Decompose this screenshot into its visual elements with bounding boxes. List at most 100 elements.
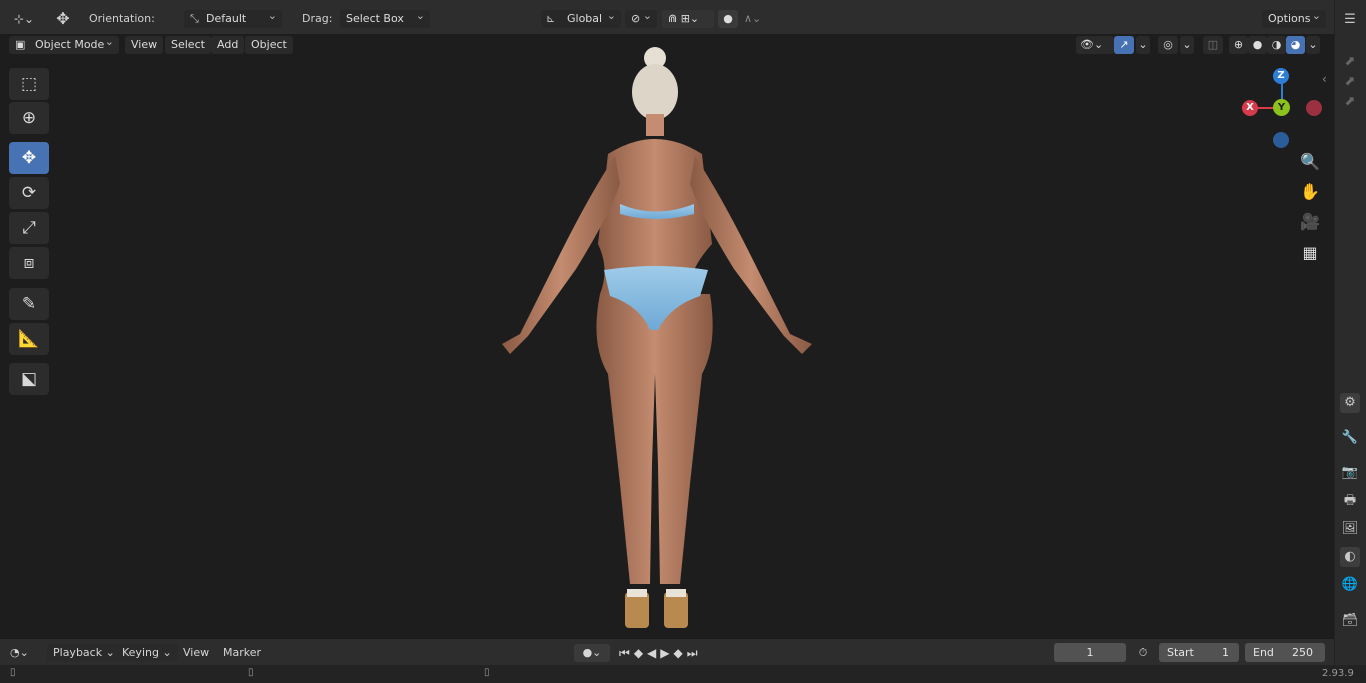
menu-add[interactable]: Add — [211, 36, 245, 54]
mouse-right-icon: ▯ — [484, 667, 490, 678]
options-dropdown[interactable]: Options — [1262, 7, 1326, 28]
menu-select[interactable]: Select — [165, 36, 211, 54]
hand-pan-icon[interactable]: ✋ — [1297, 180, 1323, 204]
render-properties-icon[interactable]: 📷 — [1340, 463, 1360, 483]
overlay-toggle[interactable]: ◎ — [1158, 36, 1178, 54]
record-icon: ●⌄ — [582, 646, 602, 659]
current-frame-field[interactable]: 1 — [1054, 643, 1126, 662]
shading-dropdown[interactable]: ⌄ — [1306, 36, 1320, 54]
zoom-icon[interactable]: 🔍 — [1297, 150, 1323, 174]
editor-type-button[interactable]: ⊹⌄ — [8, 10, 40, 28]
tool-measure[interactable]: 📐 — [9, 323, 49, 355]
status-bar — [0, 665, 1366, 683]
shading-solid[interactable]: ● — [1248, 36, 1267, 54]
falloff-dropdown[interactable]: ∧⌄ — [740, 10, 768, 28]
stopwatch-icon[interactable]: ⏱ — [1134, 644, 1152, 662]
tool-move[interactable]: ✥ — [9, 142, 49, 174]
tool-select-box[interactable]: ⬚ — [9, 68, 49, 100]
sidebar-toggle-icon[interactable]: ‹ — [1322, 72, 1327, 86]
shading-material[interactable]: ◑ — [1267, 36, 1286, 54]
scene-properties-icon[interactable]: ◐ — [1340, 547, 1360, 567]
drag-dropdown[interactable]: Select Box — [340, 7, 430, 28]
play-icon[interactable]: ▶ — [660, 646, 673, 660]
end-frame-field[interactable]: End 250 — [1245, 643, 1325, 662]
view-layer-icon[interactable]: 🖼 — [1340, 519, 1360, 539]
shading-wireframe[interactable]: ⊕ — [1229, 36, 1248, 54]
pin-icon[interactable]: ⬈ — [1340, 52, 1360, 72]
world-properties-icon[interactable]: 🌐 — [1340, 575, 1360, 595]
playback-controls: ⏮◆◀▶◆⏭ — [619, 644, 735, 662]
overlay-icon: ◎ — [1163, 38, 1173, 51]
menu-object[interactable]: Object — [245, 36, 293, 54]
xray-toggle[interactable]: ◫ — [1203, 36, 1223, 54]
scale-icon: ⤢ — [22, 218, 36, 238]
tool-annotate[interactable]: ✎ — [9, 288, 49, 320]
start-frame-field[interactable]: Start 1 — [1159, 643, 1239, 662]
x-axis-handle[interactable]: X — [1242, 100, 1258, 116]
navigation-gizmo[interactable]: Z X Y — [1240, 68, 1326, 154]
proportional-edit-toggle[interactable]: ● — [718, 10, 738, 28]
object-mode-icon: ▣ — [15, 38, 26, 51]
y-axis-handle[interactable]: Y — [1273, 99, 1290, 116]
pivot-point-dropdown[interactable]: ⊘ — [625, 7, 657, 28]
mouse-middle-icon: ▯ — [248, 667, 254, 678]
body — [502, 114, 812, 584]
transform-orientation-dropdown[interactable]: ⊾ Global — [541, 7, 621, 28]
jump-start-icon[interactable]: ⏮ — [619, 646, 634, 660]
menu-playback[interactable]: Playback ⌄ — [47, 644, 121, 662]
solid-icon: ● — [1252, 38, 1263, 51]
collection-properties-icon[interactable]: 🗃 — [1340, 611, 1360, 631]
mouse-left-icon: ▯ — [10, 667, 16, 678]
neg-z-axis-handle[interactable] — [1273, 132, 1289, 148]
measure-icon: 📐 — [18, 329, 40, 349]
properties-editor-icon[interactable]: ⚙ — [1340, 393, 1360, 413]
prev-keyframe-icon[interactable]: ◆ — [634, 646, 647, 660]
falloff-icon: ∧⌄ — [744, 12, 762, 25]
tool-properties-icon[interactable]: 🔧 — [1340, 428, 1360, 448]
pivot-icon: ⊘ — [631, 12, 641, 25]
gizmo-icon: ↗ — [1119, 38, 1129, 51]
tool-scale[interactable]: ⤢ — [9, 212, 49, 244]
menu-view[interactable]: View — [125, 36, 164, 54]
auto-keying-toggle[interactable]: ●⌄ — [574, 644, 610, 662]
camera-icon[interactable]: 🎥 — [1297, 210, 1323, 234]
mode-dropdown[interactable]: ▣ Object Mode — [9, 33, 119, 54]
menu-keying[interactable]: Keying ⌄ — [116, 644, 178, 662]
gizmo-dropdown[interactable]: ⌄ — [1136, 36, 1150, 54]
snap-toggle[interactable]: ⋒ ⊞⌄ — [662, 10, 714, 28]
shading-rendered[interactable]: ◕ — [1286, 36, 1305, 54]
neg-x-axis-handle[interactable] — [1306, 100, 1322, 116]
chevron-down-icon: ⌄ — [1138, 38, 1148, 51]
grid-perspective-icon[interactable]: ▦ — [1297, 241, 1323, 265]
orientation-dropdown[interactable]: ⤡ Default — [184, 7, 282, 28]
chevron-down-icon: ⌄ — [1182, 38, 1192, 51]
jump-end-icon[interactable]: ⏭ — [687, 646, 702, 660]
overlay-dropdown[interactable]: ⌄ — [1180, 36, 1194, 54]
tool-rotate[interactable]: ⟳ — [9, 177, 49, 209]
pin-icon[interactable]: ⬈ — [1340, 92, 1360, 112]
play-reverse-icon[interactable]: ◀ — [647, 646, 660, 660]
tool-add-cube[interactable]: ⬕ — [9, 363, 49, 395]
clock-icon: ◔⌄ — [10, 646, 29, 659]
menu-marker[interactable]: Marker — [223, 644, 261, 662]
tool-cursor[interactable]: ⊕ — [9, 102, 49, 134]
orientation-icon: ⤡ — [190, 12, 199, 25]
version-label: 2.93.9 — [1322, 668, 1354, 679]
add-cube-icon: ⬕ — [20, 369, 38, 389]
timeline-editor-type[interactable]: ◔⌄ — [10, 644, 38, 662]
select-box-icon: ⬚ — [20, 74, 38, 94]
tool-transform[interactable]: ⧈ — [9, 247, 49, 279]
menu-timeline-view[interactable]: View — [183, 644, 209, 662]
output-properties-icon[interactable]: 🖶 — [1340, 491, 1360, 511]
gizmo-toggle[interactable]: ↗ — [1114, 36, 1134, 54]
orientation-label: Orientation: — [89, 12, 155, 25]
proportional-edit-icon: ● — [723, 12, 733, 25]
next-keyframe-icon[interactable]: ◆ — [674, 646, 687, 660]
material-icon: ◑ — [1271, 38, 1282, 51]
z-axis-handle[interactable]: Z — [1273, 68, 1289, 84]
move-icon[interactable]: ✥ — [50, 10, 76, 28]
character-model[interactable] — [480, 44, 840, 636]
pin-icon[interactable]: ⬈ — [1340, 72, 1360, 92]
visibility-dropdown[interactable]: 👁⌄ — [1076, 36, 1114, 54]
outliner-icon[interactable]: ☰ — [1340, 10, 1360, 30]
